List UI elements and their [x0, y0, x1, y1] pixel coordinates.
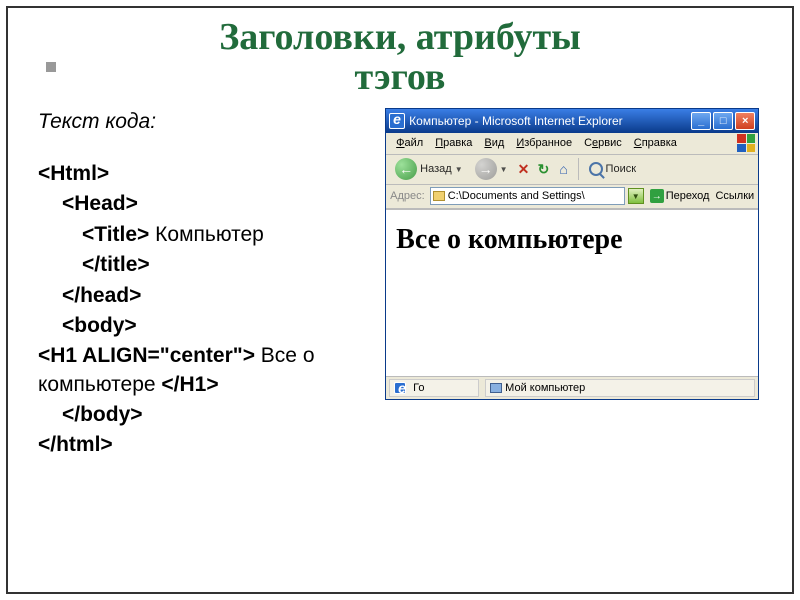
back-arrow-icon: ←: [395, 158, 417, 180]
address-field[interactable]: C:\Documents and Settings\: [430, 187, 625, 205]
refresh-button[interactable]: ↻: [535, 160, 553, 178]
code-head-open: <Head>: [62, 192, 138, 215]
titlebar[interactable]: Компьютер - Microsoft Internet Explorer …: [386, 109, 758, 133]
forward-button[interactable]: → ▼: [470, 155, 513, 183]
bullet-decor: [46, 62, 56, 72]
windows-logo-icon: [737, 134, 755, 152]
code-body-open: <body>: [62, 314, 137, 337]
menu-edit[interactable]: Правка: [429, 136, 478, 150]
search-button[interactable]: Поиск: [584, 159, 641, 179]
status-left-text: Го: [413, 382, 424, 394]
separator: [578, 158, 579, 180]
code-head-close: </head>: [62, 284, 141, 307]
code-h1-open: <H1 ALIGN="center">: [38, 344, 255, 367]
menu-favorites[interactable]: Избранное: [510, 136, 578, 150]
code-subtitle: Текст кода:: [38, 108, 375, 136]
page-heading: Все о компьютере: [396, 224, 748, 256]
code-body-close: </body>: [62, 403, 143, 426]
back-label: Назад: [420, 163, 452, 175]
code-html-close: </html>: [38, 433, 113, 456]
go-button[interactable]: → Переход: [647, 188, 713, 204]
toolbar: ← Назад ▼ → ▼ ✕ ↻ ⌂ Поиск: [386, 155, 758, 185]
maximize-button[interactable]: □: [713, 112, 733, 130]
status-zone-text: Мой компьютер: [505, 382, 585, 394]
stop-button[interactable]: ✕: [515, 160, 533, 178]
title-line1: Заголовки, атрибуты: [219, 16, 581, 58]
go-arrow-icon: →: [650, 189, 664, 203]
window-title: Компьютер - Microsoft Internet Explorer: [409, 114, 691, 128]
slide-title: Заголовки, атрибуты тэгов: [38, 18, 762, 98]
menu-help[interactable]: Справка: [628, 136, 683, 150]
ie-small-icon: [394, 382, 406, 394]
code-html-open: <Html>: [38, 162, 109, 185]
code-h1-close: </H1>: [161, 373, 218, 396]
search-icon: [589, 162, 603, 176]
status-left: Го: [389, 379, 479, 397]
status-bar: Го Мой компьютер: [386, 377, 758, 399]
menu-tools[interactable]: Сервис: [578, 136, 628, 150]
chevron-down-icon: ▼: [455, 165, 463, 174]
page-content: Все о компьютере: [386, 209, 758, 377]
close-button[interactable]: ×: [735, 112, 755, 130]
home-button[interactable]: ⌂: [555, 160, 573, 178]
address-path: C:\Documents and Settings\: [448, 190, 585, 202]
title-line2: тэгов: [355, 56, 446, 98]
address-bar: Адрес: C:\Documents and Settings\ ▼ → Пе…: [386, 185, 758, 209]
menu-view[interactable]: Вид: [478, 136, 510, 150]
status-zone: Мой компьютер: [485, 379, 755, 397]
folder-icon: [433, 191, 445, 201]
ie-icon: [389, 113, 405, 129]
go-label: Переход: [666, 190, 710, 202]
search-label: Поиск: [606, 163, 636, 175]
address-dropdown[interactable]: ▼: [628, 188, 644, 204]
computer-icon: [490, 383, 502, 393]
minimize-button[interactable]: _: [691, 112, 711, 130]
code-title-close: </title>: [82, 253, 150, 276]
code-title-text: Компьютер: [149, 223, 264, 246]
menubar: Файл Правка Вид Избранное Сервис Справка: [386, 133, 758, 155]
menu-file[interactable]: Файл: [390, 136, 429, 150]
back-button[interactable]: ← Назад ▼: [390, 155, 467, 183]
code-title-open: <Title>: [82, 223, 149, 246]
address-label: Адрес:: [390, 190, 427, 202]
links-label[interactable]: Ссылки: [715, 190, 754, 202]
chevron-down-icon: ▼: [500, 165, 508, 174]
ie-window: Компьютер - Microsoft Internet Explorer …: [385, 108, 759, 400]
forward-arrow-icon: →: [475, 158, 497, 180]
